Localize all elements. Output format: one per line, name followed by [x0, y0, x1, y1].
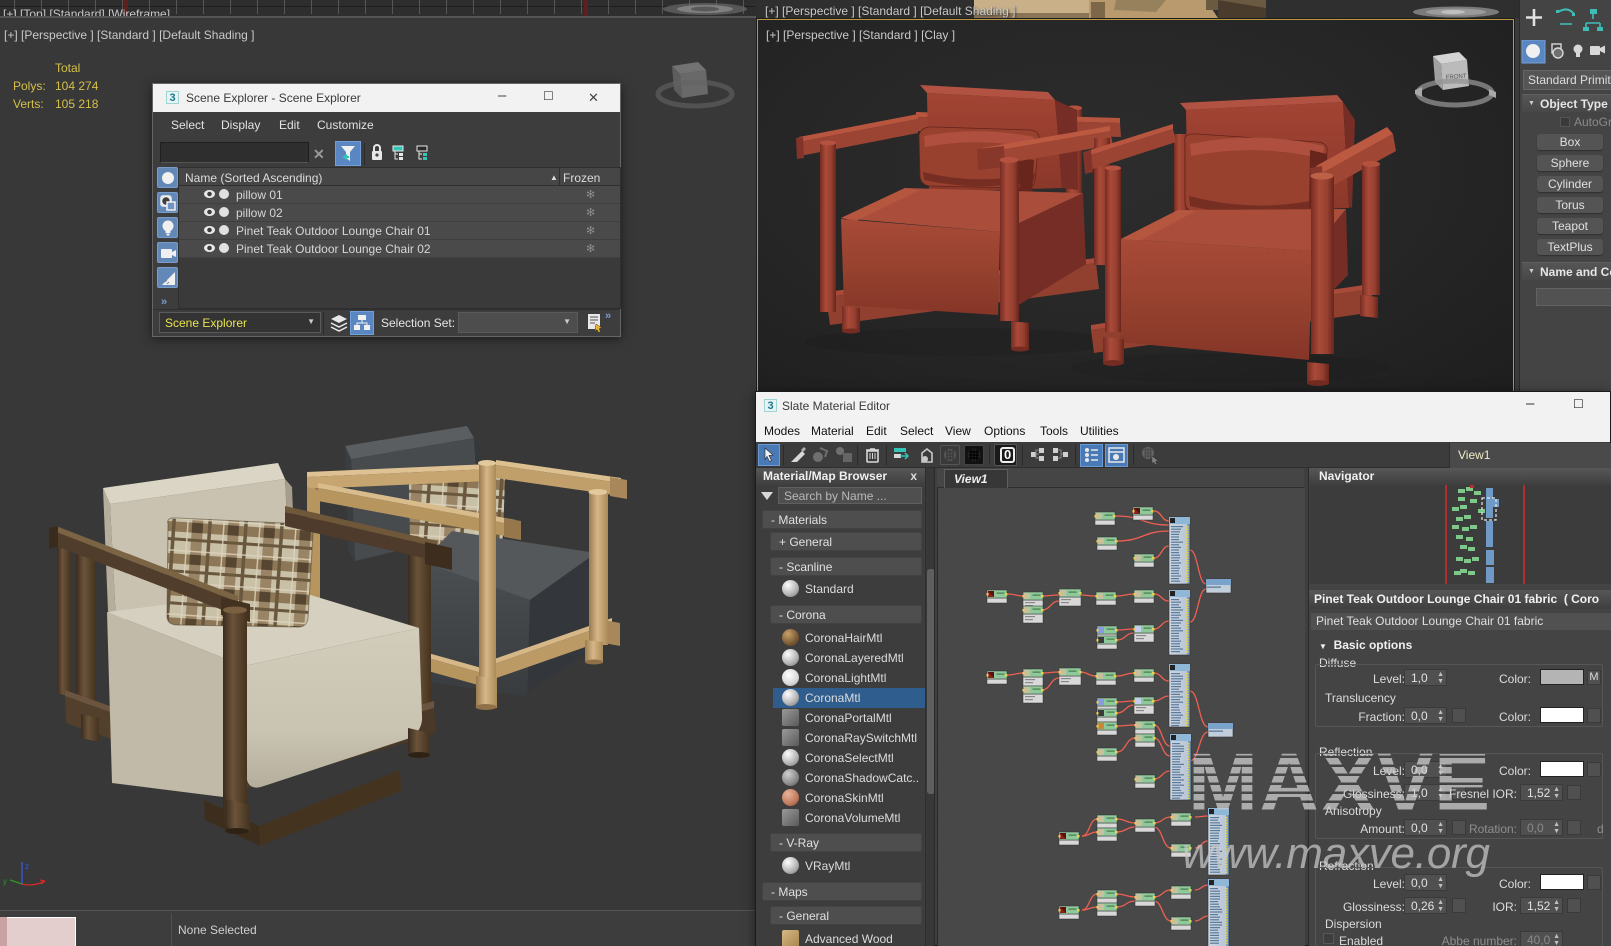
svg-text:z: z: [25, 862, 29, 871]
svg-text:y: y: [3, 877, 7, 886]
